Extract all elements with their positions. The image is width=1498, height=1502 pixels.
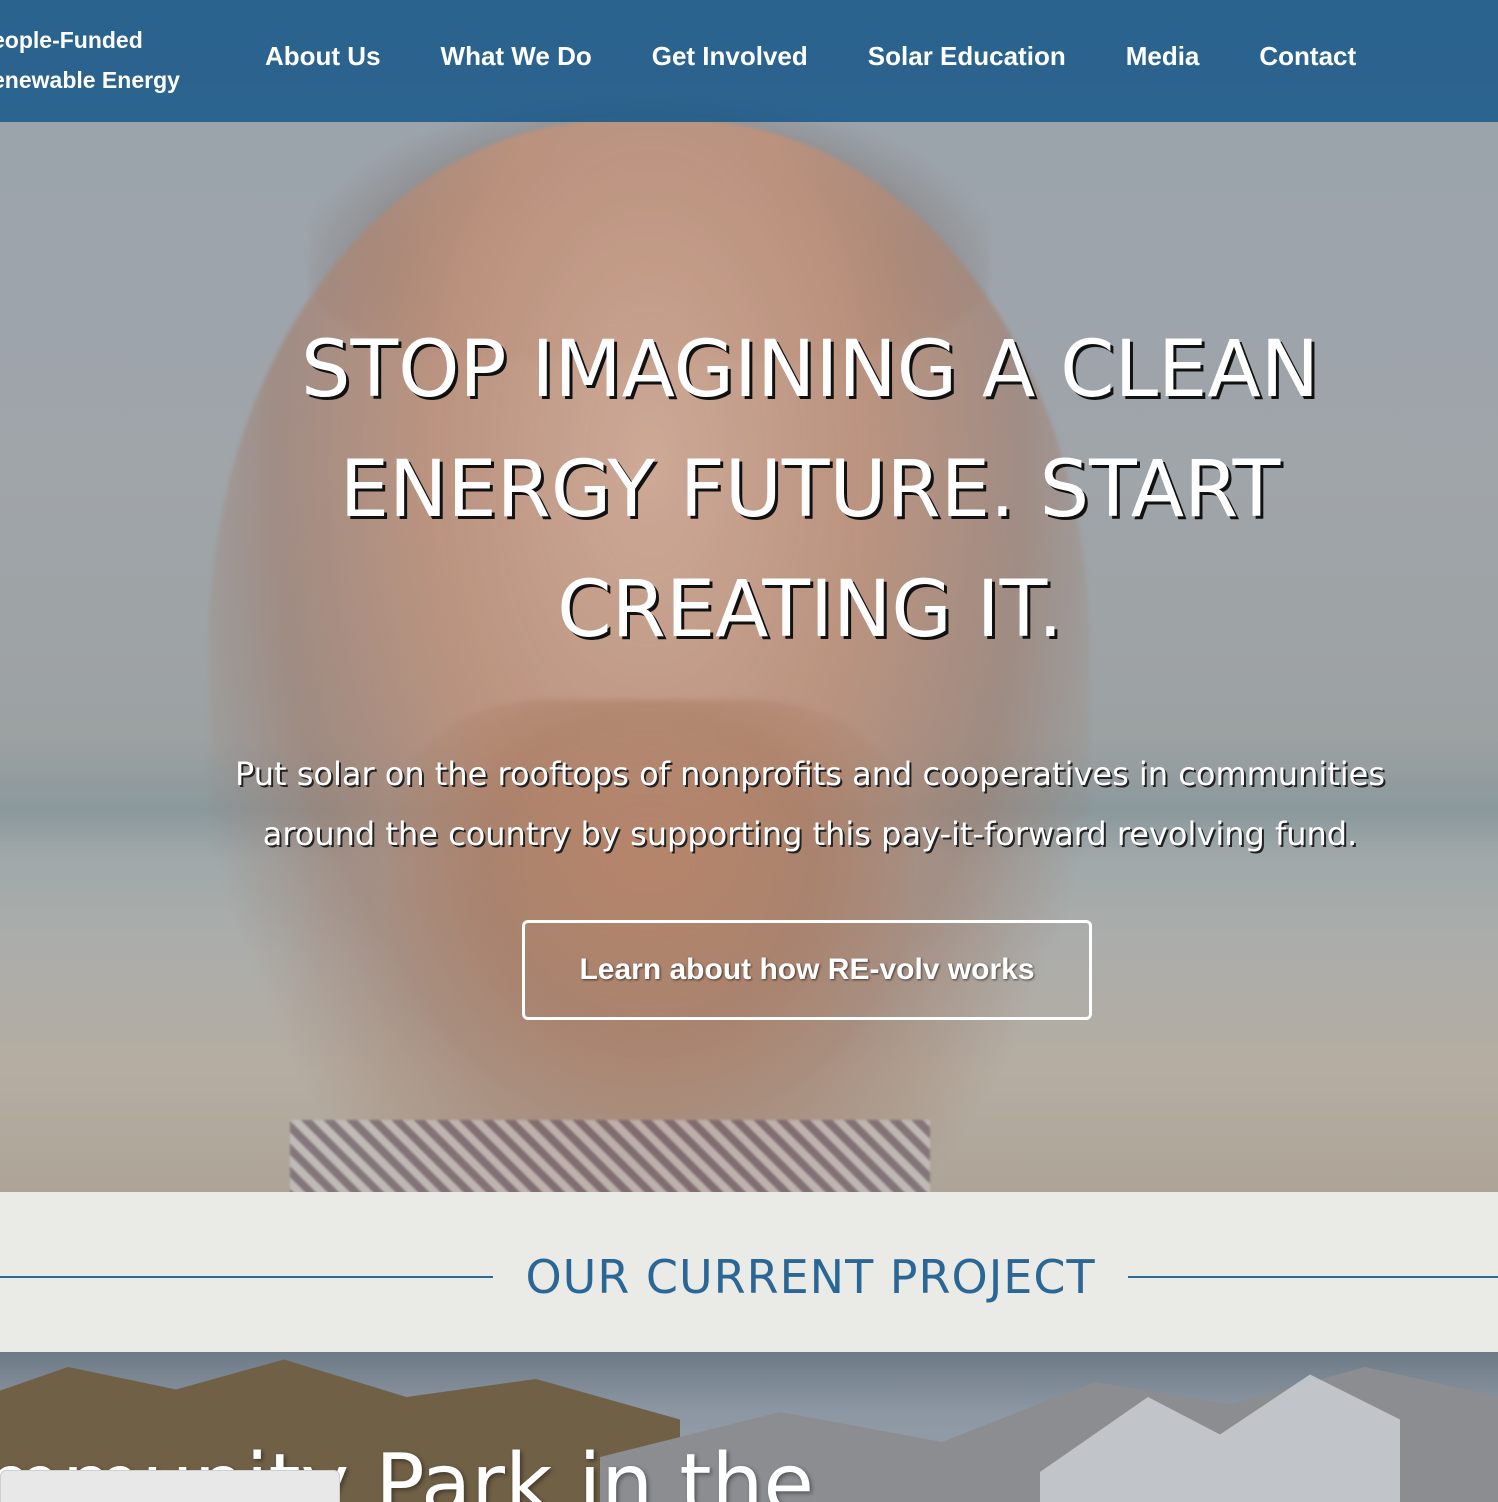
logo-line: enewable Energy [0,67,180,93]
nav-item-contact[interactable]: Contact [1259,38,1356,74]
nav-item-get-involved[interactable]: Get Involved [652,38,808,74]
bottom-overlay-tab[interactable] [0,1470,340,1502]
hero-subtitle: Put solar on the rooftops of nonprofits … [200,744,1420,864]
nav-item-solar-education[interactable]: Solar Education [868,38,1066,74]
nav-item-about-us[interactable]: About Us [265,38,381,74]
learn-how-it-works-button[interactable]: Learn about how RE-volv works [522,920,1092,1020]
nav-item-what-we-do[interactable]: What We Do [441,38,592,74]
logo-line: eople-Funded [0,27,143,53]
hero-title-line: STOP IMAGINING A CLEAN [300,325,1320,415]
site-logo[interactable]: eople-Funded enewable Energy [0,20,180,100]
hero-title: STOP IMAGINING A CLEAN ENERGY FUTURE. ST… [190,310,1430,670]
hero-subtitle-line: Put solar on the rooftops of nonprofits … [234,755,1386,793]
hero-subtitle-line: around the country by supporting this pa… [262,815,1358,853]
hero-title-line: CREATING IT. [557,565,1063,655]
section-divider-right [1128,1276,1498,1278]
hero-section: STOP IMAGINING A CLEAN ENERGY FUTURE. ST… [0,0,1498,1192]
section-title: OUR CURRENT PROJECT [525,1250,1096,1304]
main-nav: About Us What We Do Get Involved Solar E… [265,38,1416,74]
nav-item-media[interactable]: Media [1126,38,1200,74]
hero-title-line: ENERGY FUTURE. START [339,445,1281,535]
section-divider-left [0,1276,493,1278]
top-navbar: eople-Funded enewable Energy About Us Wh… [0,0,1498,122]
